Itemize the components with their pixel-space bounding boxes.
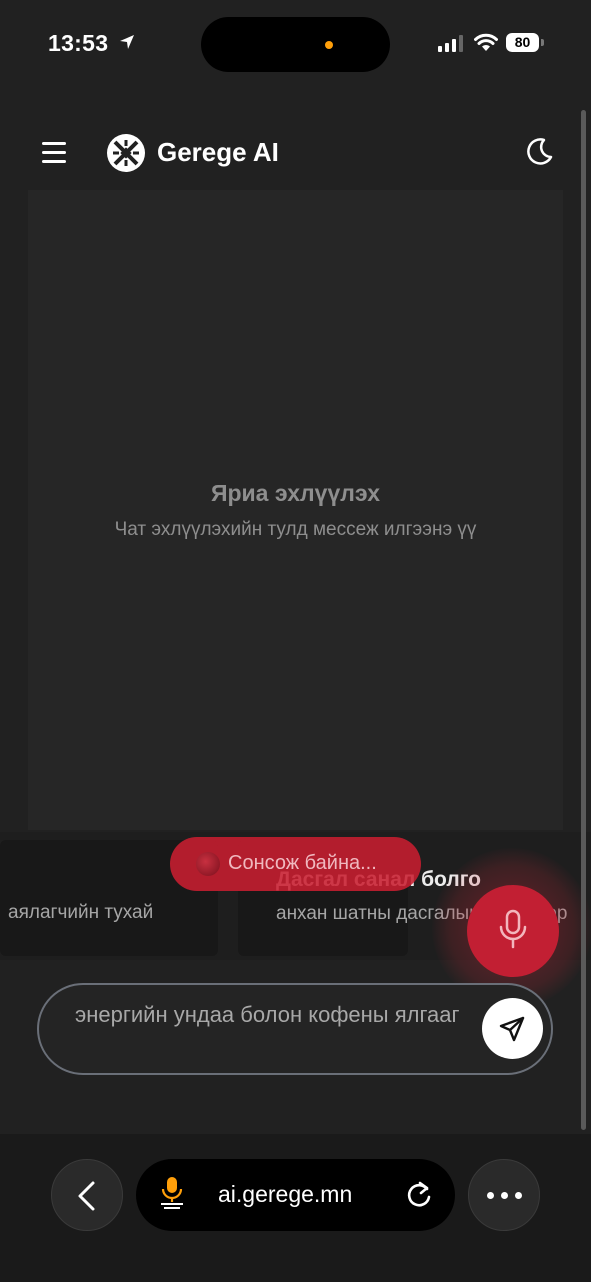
back-button[interactable] [51,1159,123,1231]
status-time: 13:53 [48,30,109,56]
url-text[interactable]: ai.gerege.mn [218,1181,352,1208]
message-input-text[interactable]: энергийн ундаа болон кофены ялгааг [75,996,475,1033]
chat-panel [28,190,563,830]
mic-in-use-indicator [325,41,333,49]
location-arrow-icon [120,35,134,49]
send-icon [499,1016,525,1042]
suggestion-text: аялагчийн тухай [8,902,154,923]
reload-icon[interactable] [405,1180,433,1210]
gerege-logo-icon [107,134,145,172]
microphone-in-use-icon [161,1177,183,1209]
page-scrollbar[interactable] [581,110,586,1130]
more-options-button[interactable] [468,1159,540,1231]
microphone-icon [499,909,527,949]
recording-dot-icon [196,852,220,876]
send-button[interactable] [482,998,543,1059]
voice-input-button[interactable] [467,885,559,977]
chevron-left-icon [78,1181,95,1211]
wifi-icon [474,33,498,51]
dynamic-island [201,17,390,72]
menu-icon[interactable] [40,140,68,166]
battery-tip [541,39,544,46]
dark-mode-toggle-icon[interactable] [524,137,554,167]
brand-name: Gerege AI [157,137,279,167]
empty-state-title: Яриа эхлүүлэх [210,480,381,506]
cellular-signal-icon [438,35,463,52]
listening-label: Сонсож байна... [228,852,377,874]
empty-state-subtitle: Чат эхлүүлэхийн тулд мессеж илгээнэ үү [114,519,477,540]
battery-indicator: 80 [506,33,539,52]
